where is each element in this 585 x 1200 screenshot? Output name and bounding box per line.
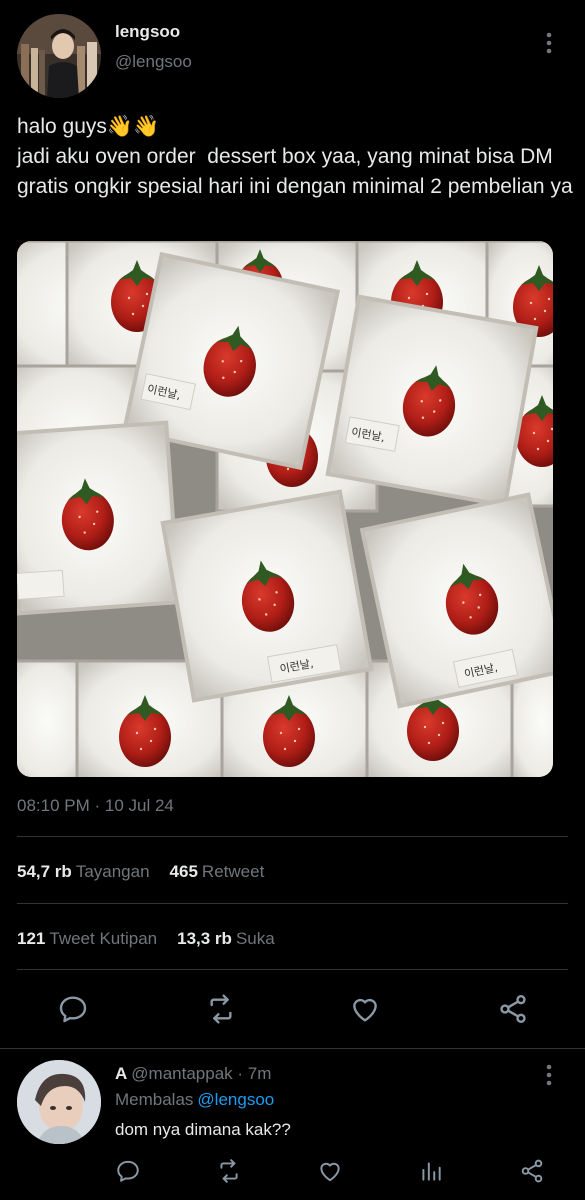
stats-row-views-retweets: 54,7 rb Tayangan 465 Retweet: [17, 862, 264, 882]
author-avatar[interactable]: [17, 14, 101, 98]
quotes-stat[interactable]: 121 Tweet Kutipan: [17, 929, 157, 948]
replying-to: Membalas @lengsoo: [115, 1090, 274, 1110]
views-stat[interactable]: 54,7 rb Tayangan: [17, 862, 150, 881]
stats-row-quotes-likes: 121 Tweet Kutipan 13,3 rb Suka: [17, 929, 275, 949]
reply-header: A @mantappak · 7m: [115, 1064, 271, 1084]
retweet-icon[interactable]: [205, 993, 237, 1025]
reply-retweet-icon[interactable]: [216, 1158, 242, 1184]
reply-analytics-icon[interactable]: [418, 1158, 444, 1184]
divider: [17, 903, 568, 904]
reply-more-options-icon[interactable]: [542, 1062, 556, 1088]
divider: [0, 1048, 585, 1049]
likes-stat[interactable]: 13,3 rb Suka: [177, 929, 275, 948]
tweet-image[interactable]: 이런날, 이런날, 이런날, 이런날,: [17, 241, 553, 777]
tweet-timestamp[interactable]: 08:10 PM · 10 Jul 24: [17, 796, 174, 816]
more-options-icon[interactable]: [542, 30, 556, 56]
replying-label: Membalas: [115, 1090, 194, 1109]
reply-reply-icon[interactable]: [115, 1158, 141, 1184]
divider: [17, 836, 568, 837]
author-name[interactable]: lengsoo: [115, 22, 180, 42]
reply-like-icon[interactable]: [317, 1158, 343, 1184]
divider: [17, 969, 568, 970]
reply-icon[interactable]: [57, 993, 89, 1025]
retweets-stat[interactable]: 465 Retweet: [170, 862, 265, 881]
reply-author-name[interactable]: A: [115, 1064, 127, 1083]
like-icon[interactable]: [349, 993, 381, 1025]
reply-share-icon[interactable]: [519, 1158, 545, 1184]
reply-handle-time[interactable]: @mantappak · 7m: [131, 1064, 271, 1083]
share-icon[interactable]: [497, 993, 529, 1025]
author-handle[interactable]: @lengsoo: [115, 52, 192, 72]
tweet-text: halo guys👋👋 jadi aku oven order dessert …: [17, 115, 573, 198]
replying-mention[interactable]: @lengsoo: [197, 1090, 274, 1109]
reply-avatar[interactable]: [17, 1060, 101, 1144]
reply-text: dom nya dimana kak??: [115, 1120, 291, 1139]
